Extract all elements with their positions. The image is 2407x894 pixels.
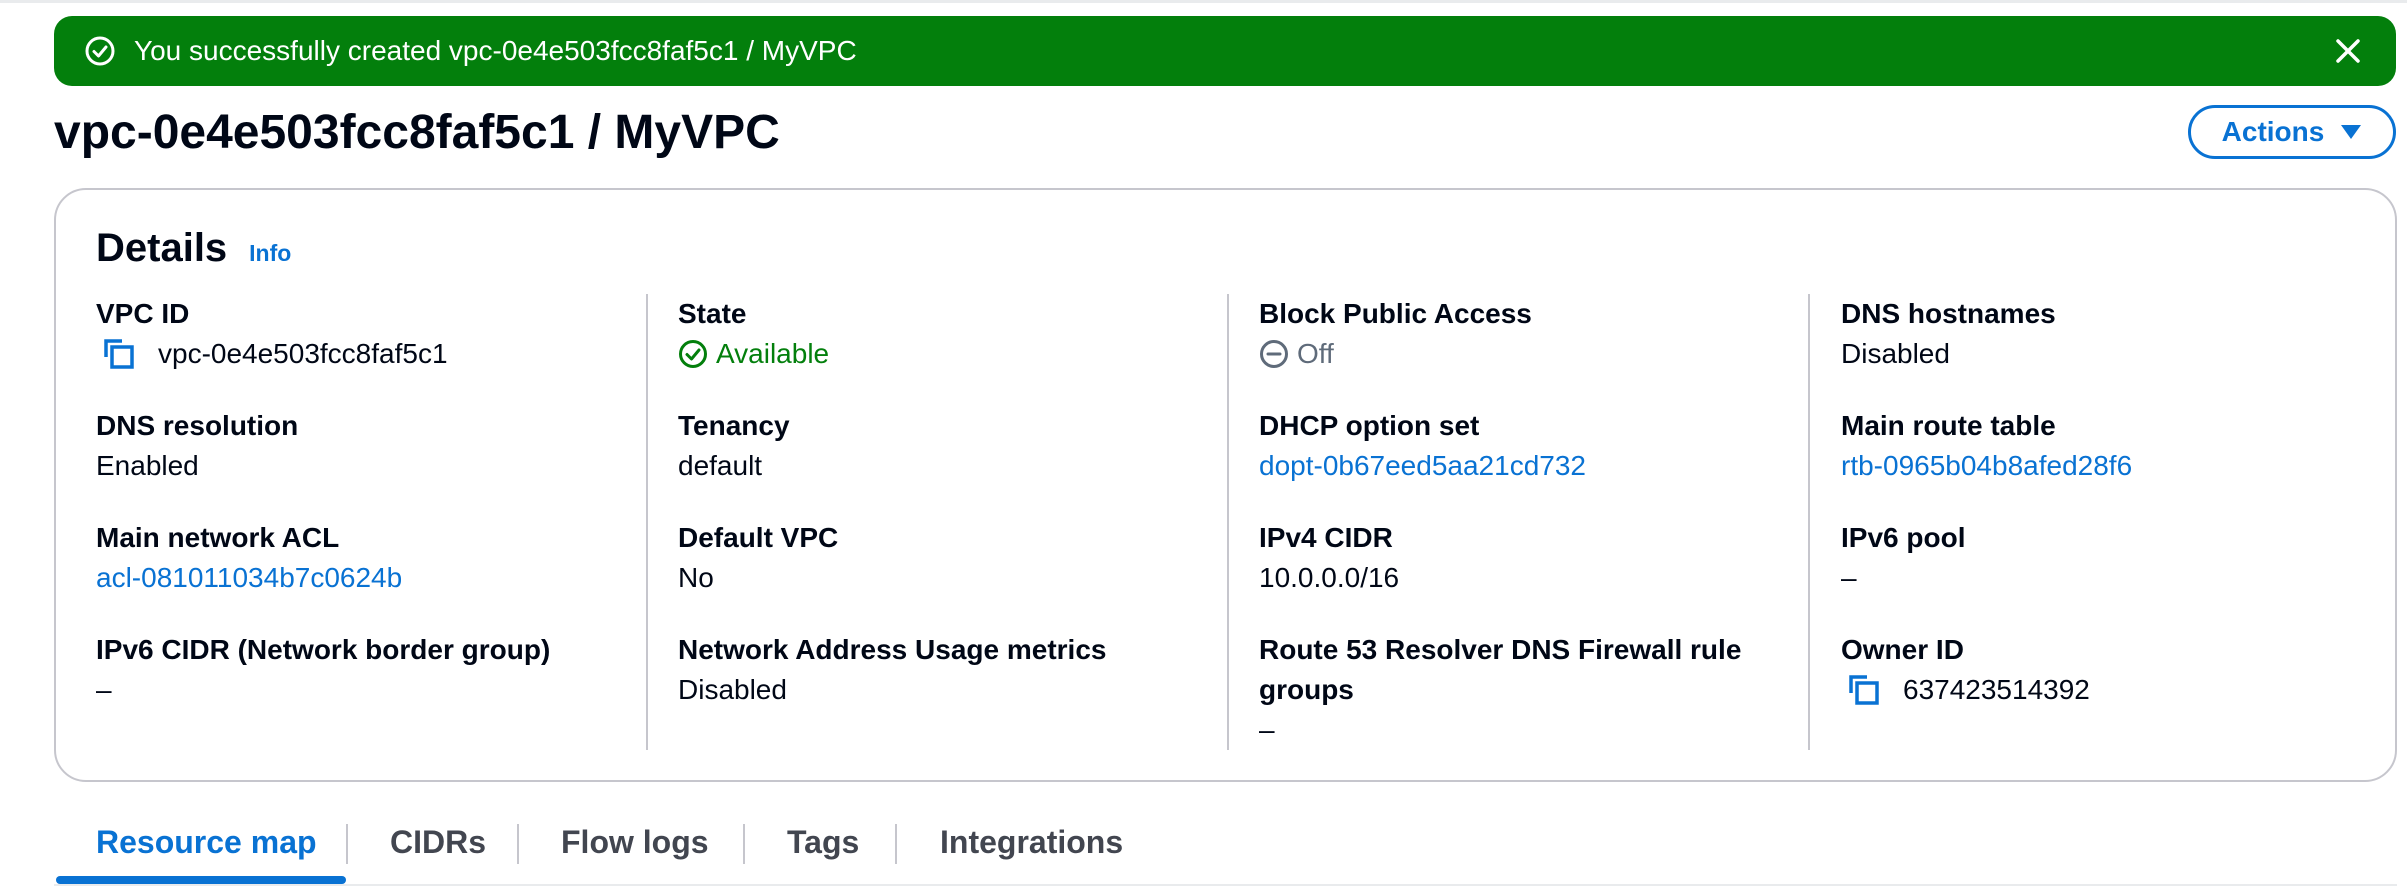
kv-label: Block Public Access (1259, 298, 1532, 329)
kv-value: rtb-0965b04b8afed28f6 (1841, 446, 2381, 486)
tab-separator (743, 824, 745, 864)
tab-flow-logs[interactable]: Flow logs (561, 822, 709, 862)
kv-label: Route 53 Resolver DNS Firewall rule grou… (1259, 634, 1742, 705)
tab-separator (346, 824, 348, 864)
kv-ipv6-cidr: IPv6 CIDR (Network border group) – (96, 630, 636, 710)
kv-label: Main route table (1841, 410, 2056, 441)
kv-default-vpc: Default VPC No (678, 518, 1218, 598)
kv-value: Enabled (96, 450, 199, 481)
kv-value: – (1259, 714, 1275, 745)
tab-separator (517, 824, 519, 864)
kv-label: VPC ID (96, 298, 190, 329)
vpc-id-value: vpc-0e4e503fcc8faf5c1 (158, 338, 448, 369)
tab-separator (895, 824, 897, 864)
tab-tags[interactable]: Tags (787, 822, 859, 862)
kv-value: Disabled (678, 674, 787, 705)
state-value: Available (716, 338, 830, 369)
kv-value: Available (678, 334, 1218, 374)
kv-label: Default VPC (678, 522, 839, 553)
kv-label: DNS resolution (96, 410, 299, 441)
kv-label: Main network ACL (96, 522, 340, 553)
kv-label: DNS hostnames (1841, 298, 2056, 329)
kv-label: IPv6 CIDR (Network border group) (96, 634, 551, 665)
kv-value: – (1841, 562, 1857, 593)
kv-value: default (678, 450, 763, 481)
kv-nau-metrics: Network Address Usage metrics Disabled (678, 630, 1218, 710)
kv-route53-resolver: Route 53 Resolver DNS Firewall rule grou… (1259, 630, 1799, 750)
check-circle-icon (85, 36, 115, 66)
actions-dropdown-button[interactable]: Actions (2188, 105, 2396, 159)
kv-ipv4-cidr: IPv4 CIDR 10.0.0.0/16 (1259, 518, 1799, 598)
minus-circle-icon (1260, 340, 1288, 368)
tab-integrations[interactable]: Integrations (940, 822, 1123, 862)
kv-vpc-id: VPC ID vpc-0e4e503fcc8faf5c1 (96, 294, 636, 374)
dhcp-option-set-link[interactable]: dopt-0b67eed5aa21cd732 (1259, 446, 1586, 486)
kv-value: acl-081011034b7c0624b (96, 558, 636, 598)
kv-label: Tenancy (678, 410, 790, 441)
kv-value: Disabled (1841, 338, 1950, 369)
tab-cidrs[interactable]: CIDRs (390, 822, 486, 862)
success-flash-banner: You successfully created vpc-0e4e503fcc8… (54, 16, 2396, 86)
details-title: Details (96, 226, 228, 270)
kv-dhcp-option-set: DHCP option set dopt-0b67eed5aa21cd732 (1259, 406, 1799, 486)
owner-id-value: 637423514392 (1903, 674, 2090, 705)
kv-label: State (678, 298, 747, 329)
tab-resource-map[interactable]: Resource map (96, 822, 317, 862)
check-circle-icon (679, 340, 707, 368)
kv-label: Network Address Usage metrics (678, 634, 1107, 665)
copy-icon[interactable] (100, 335, 138, 373)
kv-ipv6-pool: IPv6 pool – (1841, 518, 2381, 598)
kv-label: IPv6 pool (1841, 522, 1966, 553)
kv-value: 637423514392 (1841, 670, 2381, 710)
kv-dns-resolution: DNS resolution Enabled (96, 406, 636, 486)
flash-message: You successfully created vpc-0e4e503fcc8… (134, 35, 857, 66)
kv-tenancy: Tenancy default (678, 406, 1218, 486)
details-container: Details Info VPC ID vpc-0e4e503fcc8faf5c… (54, 188, 2397, 782)
kv-value: – (96, 674, 112, 705)
kv-value: vpc-0e4e503fcc8faf5c1 (96, 334, 636, 374)
active-tab-indicator (56, 876, 346, 884)
kv-value: Off (1259, 334, 1799, 374)
tabs-baseline (54, 884, 2397, 886)
details-heading: Details Info (96, 224, 291, 272)
kv-label: Owner ID (1841, 634, 1964, 665)
kv-label: IPv4 CIDR (1259, 522, 1393, 553)
tab-list: Resource map CIDRs Flow logs Tags Integr… (54, 808, 2397, 894)
column-divider (1227, 294, 1229, 750)
main-route-table-link[interactable]: rtb-0965b04b8afed28f6 (1841, 446, 2132, 486)
copy-icon[interactable] (1845, 671, 1883, 709)
top-divider (0, 0, 2407, 3)
close-icon[interactable] (2330, 33, 2366, 69)
actions-button-label: Actions (2221, 116, 2325, 147)
kv-label: DHCP option set (1259, 410, 1480, 441)
network-acl-link[interactable]: acl-081011034b7c0624b (96, 558, 402, 598)
kv-value: No (678, 562, 714, 593)
kv-state: State Available (678, 294, 1218, 374)
kv-dns-hostnames: DNS hostnames Disabled (1841, 294, 2381, 374)
info-link[interactable]: Info (249, 240, 291, 267)
kv-value: 10.0.0.0/16 (1259, 562, 1400, 593)
kv-value: dopt-0b67eed5aa21cd732 (1259, 446, 1799, 486)
caret-down-icon (2341, 125, 2362, 139)
block-public-access-value: Off (1297, 338, 1334, 369)
kv-block-public-access: Block Public Access Off (1259, 294, 1799, 374)
column-divider (646, 294, 648, 750)
kv-main-route-table: Main route table rtb-0965b04b8afed28f6 (1841, 406, 2381, 486)
page-title: vpc-0e4e503fcc8faf5c1 / MyVPC (54, 106, 780, 159)
kv-owner-id: Owner ID 637423514392 (1841, 630, 2381, 710)
kv-main-network-acl: Main network ACL acl-081011034b7c0624b (96, 518, 636, 598)
column-divider (1808, 294, 1810, 750)
